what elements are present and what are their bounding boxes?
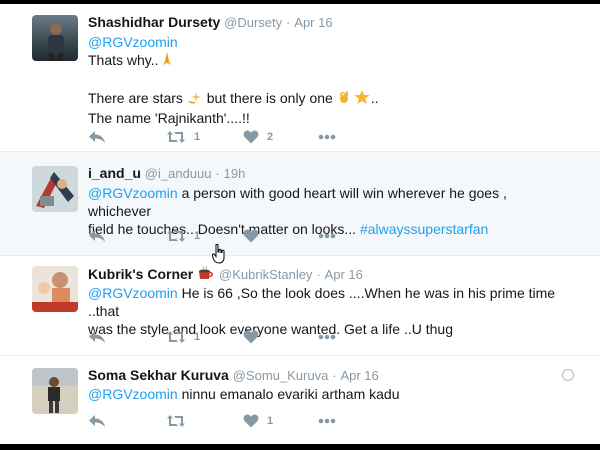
tweet-kubriks-corner[interactable]: Kubrik's Corner @KubrikStanley · Apr 16 …	[0, 256, 600, 356]
star-emoji	[353, 89, 371, 109]
heart-icon	[243, 229, 259, 243]
heart-icon	[243, 330, 259, 344]
retweet-icon	[167, 415, 185, 427]
tweet-header: Soma Sekhar Kuruva @Somu_Kuruva · Apr 16	[88, 367, 379, 383]
separator: ·	[316, 267, 321, 282]
more-icon	[318, 233, 336, 239]
globe-icon	[562, 369, 574, 381]
separator: ·	[215, 166, 220, 181]
display-name[interactable]: Kubrik's Corner	[88, 266, 193, 282]
tweet-line: Thats why..	[88, 52, 159, 68]
tweet-line: was the style and look everyone wanted. …	[88, 321, 453, 337]
more-button[interactable]	[318, 127, 336, 147]
tweet-line: ninnu emanalo evariki artham kadu	[177, 386, 400, 402]
like-count: 1	[267, 415, 274, 427]
retweet-count: 1	[194, 230, 201, 242]
reply-button[interactable]	[88, 226, 106, 246]
tweet-shashidhar[interactable]: Shashidhar Dursety @Dursety · Apr 16 @RG…	[0, 4, 600, 152]
mention-link[interactable]: @RGVzoomin	[88, 185, 178, 201]
heart-icon	[243, 414, 259, 428]
display-name[interactable]: i_and_u	[88, 165, 141, 181]
retweet-count: 1	[194, 131, 201, 143]
tweet-text: @RGVzoomin ninnu emanalo evariki artham …	[88, 385, 568, 403]
reply-button[interactable]	[88, 327, 106, 347]
tweet-line: The name 'Rajnikanth'....!!	[88, 110, 250, 126]
hashtag-link[interactable]: #alwayssuperstarfan	[360, 221, 488, 237]
mention-link[interactable]: @RGVzoomin	[88, 386, 178, 402]
more-icon	[318, 334, 336, 340]
like-button[interactable]	[243, 226, 259, 246]
retweet-button[interactable]	[166, 411, 186, 431]
timestamp[interactable]: 19h	[224, 166, 246, 181]
more-icon	[318, 418, 336, 424]
retweet-icon	[167, 331, 185, 343]
reply-icon	[89, 131, 105, 143]
heart-icon	[243, 130, 259, 144]
reply-icon	[89, 230, 105, 242]
user-handle[interactable]: @Dursety	[224, 15, 282, 30]
separator: ·	[286, 15, 291, 30]
timestamp[interactable]: Apr 16	[294, 15, 332, 30]
timestamp[interactable]: Apr 16	[325, 267, 363, 282]
more-button[interactable]	[318, 411, 336, 431]
timestamp[interactable]: Apr 16	[340, 368, 378, 383]
more-button[interactable]	[318, 327, 336, 347]
dizzy-star-emoji	[187, 89, 203, 109]
more-button[interactable]	[318, 226, 336, 246]
like-button[interactable]: 1	[243, 411, 273, 431]
like-button[interactable]	[243, 327, 259, 347]
tweet-line: ..	[370, 90, 379, 106]
tweet-line: but there is only one	[206, 90, 333, 106]
mention-link[interactable]: @RGVzoomin	[88, 285, 178, 301]
user-handle[interactable]: @KubrikStanley	[219, 267, 312, 282]
retweet-button[interactable]: 1	[166, 226, 200, 246]
reply-button[interactable]	[88, 127, 106, 147]
display-name[interactable]: Shashidhar Dursety	[88, 14, 220, 30]
reply-button[interactable]	[88, 411, 106, 431]
reply-icon	[89, 331, 105, 343]
tweet-i-and-u[interactable]: i_and_u @i_anduuu · 19h @RGVzoomin a per…	[0, 152, 600, 256]
reply-icon	[89, 415, 105, 427]
like-count: 2	[267, 131, 274, 143]
retweet-button[interactable]: 1	[166, 327, 200, 347]
user-handle[interactable]: @i_anduuu	[145, 166, 212, 181]
avatar[interactable]	[32, 15, 78, 61]
avatar[interactable]	[32, 266, 78, 312]
tweet-line: There are stars	[88, 90, 183, 106]
pray-emoji	[159, 51, 175, 71]
ok-hand-emoji	[337, 89, 353, 109]
tweet-soma-sekhar[interactable]: Soma Sekhar Kuruva @Somu_Kuruva · Apr 16…	[0, 356, 600, 444]
tweet-header: i_and_u @i_anduuu · 19h	[88, 165, 245, 181]
hand-cursor-icon	[211, 243, 226, 269]
user-handle[interactable]: @Somu_Kuruva	[233, 368, 329, 383]
tweet-text: @RGVzoomin Thats why.. There are stars b…	[88, 33, 568, 127]
bottom-frame-border	[0, 444, 600, 450]
tweet-header: Shashidhar Dursety @Dursety · Apr 16	[88, 14, 333, 30]
separator: ·	[332, 368, 337, 383]
retweet-icon	[167, 131, 185, 143]
display-name[interactable]: Soma Sekhar Kuruva	[88, 367, 229, 383]
avatar[interactable]	[32, 368, 78, 414]
retweet-count: 1	[194, 331, 201, 343]
retweet-icon	[167, 230, 185, 242]
more-icon	[318, 134, 336, 140]
retweet-button[interactable]: 1	[166, 127, 200, 147]
like-button[interactable]: 2	[243, 127, 273, 147]
avatar[interactable]	[32, 166, 78, 212]
mention-link[interactable]: @RGVzoomin	[88, 34, 178, 50]
